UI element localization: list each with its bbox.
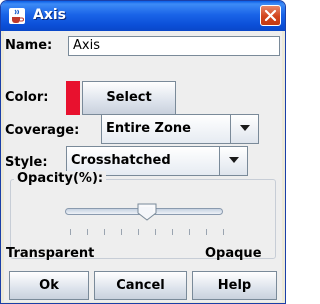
ok-label: Ok (39, 278, 59, 293)
style-dropdown-arrow[interactable] (219, 147, 247, 175)
name-field[interactable]: Axis (68, 36, 280, 56)
help-button[interactable]: Help (192, 271, 277, 300)
close-icon (264, 9, 277, 22)
close-button[interactable] (260, 5, 281, 26)
color-label: Color: (5, 90, 49, 105)
select-color-button[interactable]: Select (82, 81, 176, 115)
ok-button[interactable]: Ok (9, 271, 89, 300)
java-cup-icon (9, 8, 25, 24)
title-bar[interactable]: Axis (1, 1, 285, 31)
opacity-group-title: Opacity(%): (14, 171, 107, 186)
name-label: Name: (5, 38, 53, 53)
select-color-label: Select (106, 90, 152, 105)
opacity-max-label: Opaque (205, 246, 262, 261)
dialog-content: Name: Axis Color: Select Coverage: Entir… (4, 31, 282, 302)
opacity-min-label: Transparent (6, 246, 95, 261)
cancel-label: Cancel (116, 278, 165, 293)
chevron-down-icon (240, 125, 250, 131)
coverage-value: Entire Zone (106, 121, 191, 136)
help-label: Help (217, 278, 252, 293)
style-label: Style: (5, 155, 48, 170)
coverage-label: Coverage: (5, 123, 80, 138)
opacity-slider-ticks (70, 229, 224, 235)
cancel-button[interactable]: Cancel (94, 271, 187, 300)
coverage-dropdown[interactable]: Entire Zone (101, 114, 259, 144)
coverage-dropdown-arrow[interactable] (230, 115, 258, 143)
axis-dialog: Axis Name: Axis Color: Select Coverage: … (0, 0, 286, 304)
opacity-slider-thumb[interactable] (137, 203, 157, 221)
style-value: Crosshatched (71, 153, 171, 168)
color-swatch (66, 81, 80, 115)
chevron-down-icon (229, 157, 239, 163)
window-title: Axis (33, 7, 66, 23)
